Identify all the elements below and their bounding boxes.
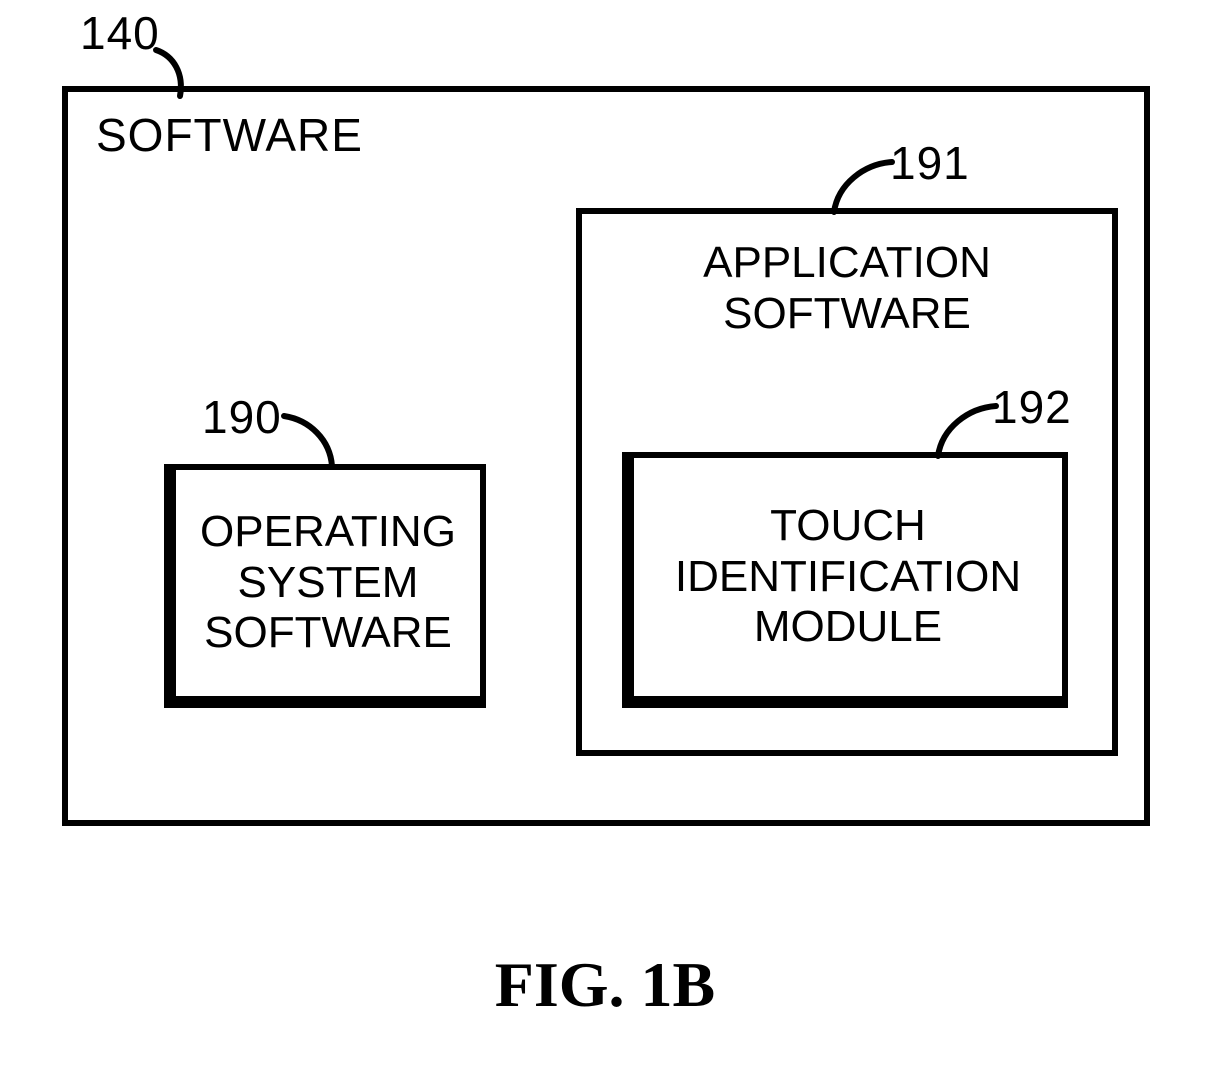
software-box-title: SOFTWARE (96, 108, 363, 162)
application-software-title: APPLICATIONSOFTWARE (582, 238, 1112, 339)
ref-140: 140 (80, 6, 160, 60)
touch-id-module-box: TOUCHIDENTIFICATIONMODULE (622, 452, 1068, 708)
figure-caption: FIG. 1B (0, 948, 1210, 1022)
ref-190: 190 (202, 390, 282, 444)
operating-system-box: OPERATINGSYSTEMSOFTWARE (164, 464, 486, 708)
diagram-canvas: 140 SOFTWARE 191 APPLICATIONSOFTWARE 192… (0, 0, 1210, 1068)
touch-id-module-label: TOUCHIDENTIFICATIONMODULE (675, 501, 1021, 653)
operating-system-label: OPERATINGSYSTEMSOFTWARE (200, 507, 456, 659)
